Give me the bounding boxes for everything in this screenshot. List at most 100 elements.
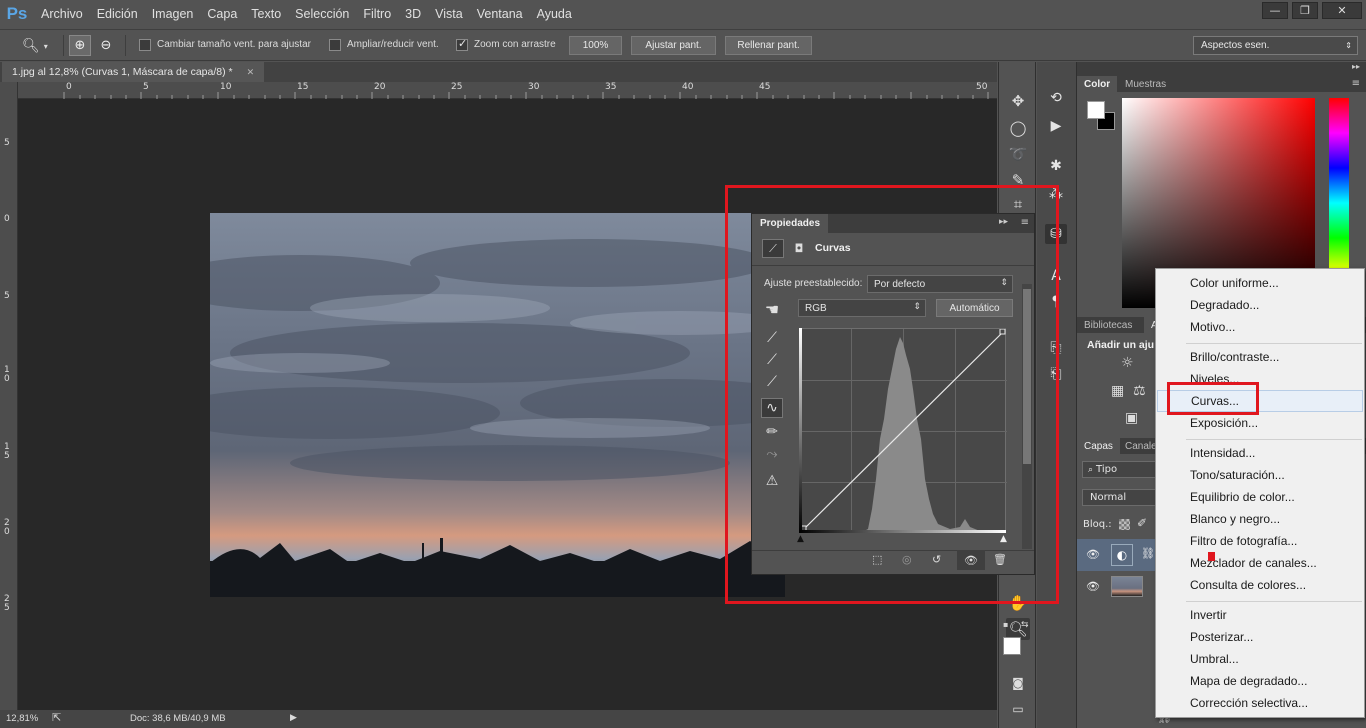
brush-presets-icon[interactable]: ⁂ [1045,184,1067,204]
menu-item-intensidad[interactable]: Intensidad... [1157,442,1363,464]
delete-icon[interactable]: 🗑︎ [993,553,1007,566]
menu-item-invertir[interactable]: Invertir [1157,604,1363,626]
marquee-tool-icon[interactable]: ◯ [1006,117,1030,139]
curves-graph[interactable] [799,328,1007,533]
menu-item-umbral[interactable]: Umbral... [1157,648,1363,670]
clip-to-layer-icon[interactable]: ⬚ [872,553,882,566]
paragraph-icon[interactable]: ¶ [1045,292,1067,312]
white-point-eyedropper-icon[interactable]: ⟋ [761,372,783,392]
blend-mode-select[interactable]: Normal [1082,489,1162,506]
layer-filter-select[interactable]: ⌕ Tipo [1082,461,1162,478]
channel-select[interactable]: RGB ⇕ [798,299,926,317]
tool-presets-icon[interactable]: ⎗ [1045,364,1067,384]
history-icon[interactable]: ⟲ [1045,88,1067,108]
zoom-out-icon[interactable]: ⊖ [95,35,117,56]
chain-link-icon[interactable]: ⛓ [1141,547,1155,560]
smooth-curve-icon[interactable]: ⤳ [761,444,783,464]
menu-item-brillo-contraste[interactable]: Brillo/contraste... [1157,346,1363,368]
tab-color[interactable]: Color [1077,76,1118,92]
menu-filtro[interactable]: Filtro [356,7,398,21]
menu-item-curvas[interactable]: Curvas... [1157,390,1363,412]
menu-item-tono-saturacion[interactable]: Tono/saturación... [1157,464,1363,486]
foreground-color-swatch[interactable] [1003,637,1021,655]
clipping-warning-icon[interactable]: ⚠ [761,471,783,491]
character-icon[interactable]: A [1045,266,1067,286]
mask-icon[interactable]: ◘ [788,239,810,258]
black-slider-icon[interactable]: ▲ [797,534,804,544]
balance-icon[interactable]: ⚖ [1133,383,1146,399]
document-tab[interactable]: 1.jpg al 12,8% (Curvas 1, Máscara de cap… [2,62,265,82]
swap-colors-icon[interactable]: ⇆ [1021,620,1029,630]
white-slider-icon[interactable]: ▲ [1000,534,1007,544]
brush-settings-icon[interactable]: ✱ [1045,156,1067,176]
gray-point-eyedropper-icon[interactable]: ⟋ [761,350,783,370]
visibility-eye-icon[interactable]: 👁︎ [1086,548,1100,561]
collapse-panel-icon[interactable]: ▸▸ [999,217,1008,227]
pencil-icon[interactable]: ✏ [761,422,783,442]
sky-photo[interactable] [210,213,785,597]
menu-item-degradado[interactable]: Degradado... [1157,294,1363,316]
clone-source-icon[interactable]: ⎘ [1045,338,1067,358]
zoom-level[interactable]: 12,81% [6,713,38,724]
target-adjust-hand-icon[interactable]: ☚ [761,299,783,319]
adjustments-icon[interactable]: ⛁ [1045,224,1067,244]
actions-play-icon[interactable]: ▶ [1045,116,1067,136]
preset-select[interactable]: Por defecto ⇕ [867,275,1013,293]
photo-filter-icon[interactable]: ▣ [1125,410,1138,426]
lock-transparency-icon[interactable] [1119,519,1130,530]
layer-row-background[interactable]: 👁︎ [1077,571,1155,603]
menu-item-mapa-degradado[interactable]: Mapa de degradado... [1157,670,1363,692]
menu-imagen[interactable]: Imagen [145,7,201,21]
layer-row-curves[interactable]: 👁︎ ◐ ⛓ [1077,539,1155,571]
reset-colors-icon[interactable]: ▪ [1003,620,1008,629]
menu-item-consulta-colores[interactable]: Consulta de colores... [1157,574,1363,596]
quick-mask-icon[interactable]: ◙ [1006,672,1030,694]
levels-icon[interactable]: ▦ [1111,383,1124,399]
close-button[interactable]: ✕ [1322,2,1362,19]
menu-item-motivo[interactable]: Motivo... [1157,316,1363,338]
fit-screen-button[interactable]: Ajustar pant. [631,36,716,55]
properties-scrollbar[interactable] [1022,284,1032,549]
screen-mode-icon[interactable]: ▭ [1006,698,1030,720]
curve-point-tool-icon[interactable]: ∿ [761,398,783,418]
reset-icon[interactable]: ↺ [932,553,941,566]
scrubby-zoom-checkbox[interactable] [456,37,468,51]
resize-window-checkbox[interactable] [139,39,151,51]
visibility-toggle-icon[interactable]: 👁︎ [957,550,985,570]
close-tab-icon[interactable]: ✕ [247,67,255,78]
collapse-panels-icon[interactable]: ▸▸ [1352,62,1360,71]
minimize-button[interactable]: — [1262,2,1288,19]
menu-item-equilibrio-color[interactable]: Equilibrio de color... [1157,486,1363,508]
black-point-eyedropper-icon[interactable]: ⟋ [761,328,783,348]
zoom-100-button[interactable]: 100% [569,36,622,55]
fill-screen-button[interactable]: Rellenar pant. [725,36,812,55]
menu-item-exposicion[interactable]: Exposición... [1157,412,1363,434]
menu-seleccion[interactable]: Selección [288,7,356,21]
menu-item-correccion-selectiva[interactable]: Corrección selectiva... [1157,692,1363,714]
zoom-tool-preset-icon[interactable]: 🔍︎ ▾ [22,36,56,56]
zoom-in-icon[interactable]: ⊕ [69,35,91,56]
quick-select-tool-icon[interactable]: ✎ [1006,169,1030,191]
color-fg-swatch[interactable] [1087,101,1105,119]
view-previous-icon[interactable]: ◎ [902,553,912,566]
menu-ventana[interactable]: Ventana [470,7,530,21]
export-icon[interactable]: ⇱ [52,711,61,724]
restore-button[interactable]: ❐ [1292,2,1318,19]
panel-menu-icon[interactable]: ≡ [1352,78,1360,89]
menu-texto[interactable]: Texto [244,7,288,21]
tab-propiedades[interactable]: Propiedades [752,214,829,233]
curves-adjustment-icon[interactable]: ⟋ [762,239,784,258]
menu-edicion[interactable]: Edición [90,7,145,21]
menu-item-niveles[interactable]: Niveles... [1157,368,1363,390]
scrollbar-thumb[interactable] [1023,289,1031,464]
tab-capas[interactable]: Capas [1077,438,1120,454]
crop-tool-icon[interactable]: ⌗ [1006,193,1030,215]
panel-menu-icon[interactable]: ≡ [1021,217,1029,228]
lock-pixels-icon[interactable]: ✐ [1137,516,1147,530]
menu-item-color-uniforme[interactable]: Color uniforme... [1157,272,1363,294]
menu-item-mezclador-canales[interactable]: Mezclador de canales... [1157,552,1363,574]
tab-muestras[interactable]: Muestras [1118,76,1173,92]
menu-ayuda[interactable]: Ayuda [530,7,579,21]
menu-archivo[interactable]: Archivo [34,7,90,21]
menu-item-filtro-fotografia[interactable]: Filtro de fotografía... [1157,530,1363,552]
